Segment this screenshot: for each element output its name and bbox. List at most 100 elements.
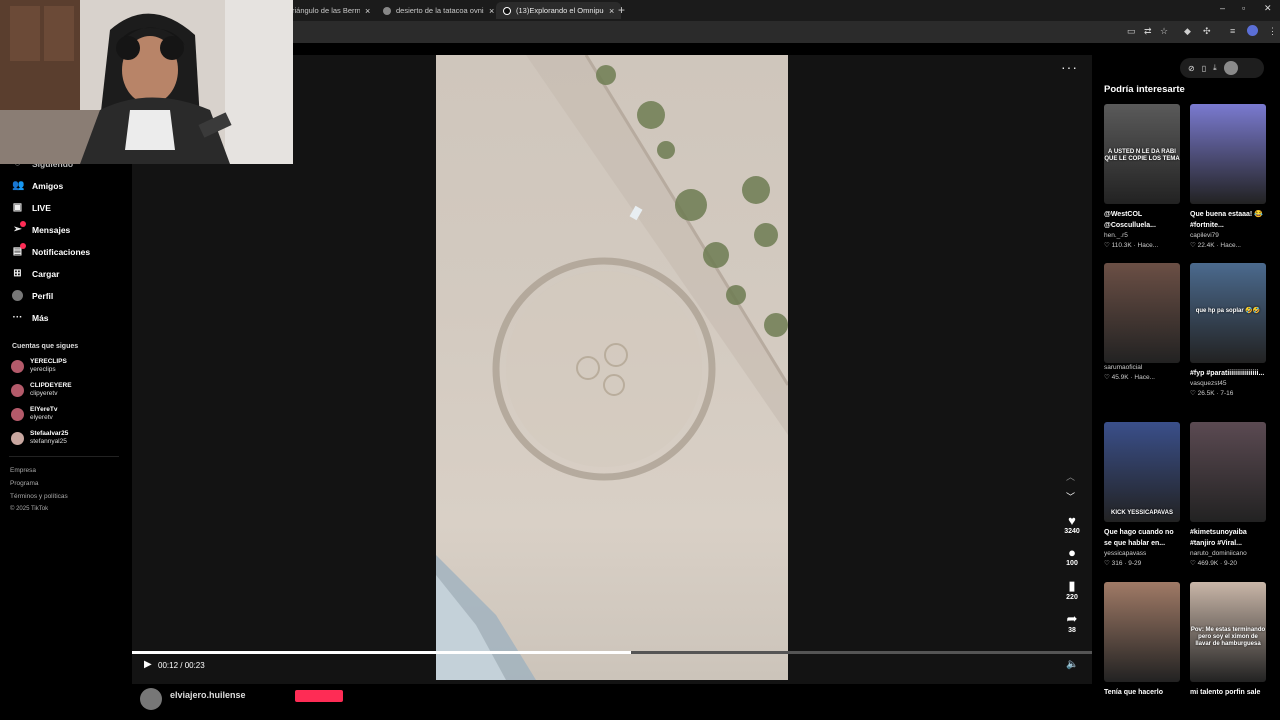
volume-icon[interactable]: 🔈	[1066, 659, 1078, 670]
video-title[interactable]: @WestCOL @Cosculluela...	[1104, 209, 1182, 231]
sidebar-item-cargar[interactable]: ⊞ Cargar	[12, 268, 59, 279]
video-stats: ♡ 45.9K · Hace...	[1104, 374, 1155, 381]
tab-title: (13)Explorando el Omnipuerto	[516, 6, 604, 15]
bottom-strip	[132, 684, 1092, 720]
account-item[interactable]: ElYereTv elyeretv	[11, 406, 57, 422]
browser-menu-icon[interactable]: ⋮	[1268, 26, 1277, 37]
device-icon[interactable]: ▯	[1202, 64, 1206, 73]
share-button[interactable]: ➦ 38	[1062, 611, 1082, 634]
video-thumbnail[interactable]: A USTED N LE DA RABI QUE LE COPIE LOS TE…	[1104, 104, 1180, 204]
video-stats: ♡ 316 · 9-29	[1104, 560, 1142, 567]
heart-icon: ♥	[1068, 513, 1076, 528]
footer-link[interactable]: Programa	[10, 480, 39, 487]
video-title[interactable]: Que buena estaaa! 😂 #fortnite...	[1190, 209, 1268, 231]
comment-button[interactable]: ● 100	[1062, 545, 1082, 567]
video-title[interactable]: #fyp #paratiiiiiiiiiiiiiiii...	[1190, 368, 1268, 379]
sidebar-item-amigos[interactable]: 👥 Amigos	[12, 180, 63, 191]
messages-icon: ➢	[12, 221, 26, 235]
follow-button[interactable]	[295, 690, 343, 702]
tab-tatacoa[interactable]: desierto de la tatacoa ovnis - B ×	[376, 2, 501, 19]
extension-icon[interactable]: ◆	[1184, 26, 1191, 37]
media-icon[interactable]: ≡	[1230, 26, 1235, 36]
sidebar-item-label: Más	[32, 312, 49, 323]
account-handle: elyeretv	[30, 414, 53, 421]
previous-video-icon[interactable]: ︿	[1066, 470, 1075, 483]
video-card[interactable]: #kimetsunoyaiba #tanjiro #Viral... naruto…	[1190, 422, 1266, 569]
video-title[interactable]: #kimetsunoyaiba #tanjiro #Viral...	[1190, 527, 1268, 549]
sidebar-item-live[interactable]: ▣ LIVE	[12, 202, 51, 213]
video-card[interactable]: Tenía que hacerlo	[1104, 582, 1180, 698]
bookmark-star-icon[interactable]: ☆	[1160, 26, 1168, 37]
translate-icon[interactable]: ⇄	[1144, 26, 1152, 37]
streamer-webcam-image	[0, 0, 293, 164]
account-item[interactable]: YERECLIPS yereclips	[11, 358, 67, 374]
copyright: © 2025 TikTok	[10, 506, 49, 512]
footer-link[interactable]: Empresa	[10, 467, 36, 474]
thumbnail-caption: A USTED N LE DA RABI QUE LE COPIE LOS TE…	[1104, 149, 1180, 162]
play-icon[interactable]: ▶	[144, 659, 152, 670]
video-author: vasquezst45	[1190, 380, 1227, 387]
video-title[interactable]: Tenía que hacerlo	[1104, 687, 1182, 698]
video-card[interactable]: Pov: Me estas terminando pero soy el xim…	[1190, 582, 1266, 698]
close-icon[interactable]: ×	[489, 6, 494, 16]
video-stats: ♡ 469.9K · 9-20	[1190, 560, 1238, 567]
video-thumbnail[interactable]	[1190, 104, 1266, 204]
close-icon[interactable]: ×	[609, 6, 614, 16]
browser-profile-icon[interactable]	[1247, 25, 1258, 36]
footer-link[interactable]: Términos y políticas	[10, 493, 68, 500]
minimize-icon[interactable]: –	[1220, 3, 1225, 13]
video-card[interactable]: que hp pa soplar 🤣🤣 #fyp #paratiiiiiiiiii…	[1190, 263, 1266, 399]
sidebar-item-notificaciones[interactable]: ▤ Notificaciones	[12, 243, 90, 257]
like-count: 3240	[1064, 528, 1080, 535]
video-title[interactable]: Que hago cuando no se que hablar en...	[1104, 527, 1182, 549]
window-close-icon[interactable]: ✕	[1264, 3, 1272, 14]
video-thumbnail[interactable]	[1104, 582, 1180, 682]
sidebar-item-label: Cargar	[32, 268, 60, 279]
video-thumbnail[interactable]: KICK YESSICAPAVAS	[1104, 422, 1180, 522]
user-avatar[interactable]	[1223, 61, 1238, 75]
next-video-icon[interactable]: ﹀	[1066, 490, 1075, 503]
video-card[interactable]: A USTED N LE DA RABI QUE LE COPIE LOS TE…	[1104, 104, 1180, 251]
coin-icon[interactable]: ⊘	[1188, 64, 1195, 73]
download-icon[interactable]: ⤓	[1213, 63, 1217, 73]
tab-tiktok[interactable]: (13)Explorando el Omnipuerto ×	[496, 2, 622, 19]
cast-icon[interactable]: ▭	[1127, 26, 1136, 37]
video-card[interactable]: sarumaoficial ♡ 45.9K · Hace...	[1104, 263, 1180, 383]
tiktok-icon	[503, 6, 511, 15]
video-thumbnail[interactable]: que hp pa soplar 🤣🤣	[1190, 263, 1266, 363]
video-frame[interactable]	[436, 55, 788, 680]
video-title[interactable]: mi talento porfin sale	[1190, 687, 1268, 698]
video-stats: ♡ 26.5K · 7-16	[1190, 390, 1234, 397]
more-options-icon[interactable]: ···	[1061, 59, 1078, 75]
new-tab-button[interactable]: +	[618, 3, 625, 17]
video-card[interactable]: KICK YESSICAPAVAS Que hago cuando no se q…	[1104, 422, 1180, 569]
share-icon: ➦	[1066, 611, 1078, 626]
account-item[interactable]: CLIPDEYERE clipyeretv	[11, 382, 72, 398]
save-button[interactable]: ▮ 220	[1062, 578, 1082, 601]
sidebar-item-label: LIVE	[32, 202, 51, 213]
author-name[interactable]: elviajero.huilense	[170, 690, 246, 700]
video-thumbnail[interactable]	[1190, 422, 1266, 522]
section-heading: Podría interesarte	[1104, 84, 1185, 95]
sidebar-item-perfil[interactable]: Perfil	[12, 290, 53, 301]
video-author: yessicapavass	[1104, 550, 1147, 557]
video-stats: ♡ 22.4K · Hace...	[1190, 242, 1241, 249]
sidebar-item-mas[interactable]: ··· Más	[12, 312, 49, 323]
progress-fill	[132, 651, 632, 654]
sidebar-item-mensajes[interactable]: ➢ Mensajes	[12, 221, 71, 235]
video-card[interactable]: Que buena estaaa! 😂 #fortnite... capilevi…	[1190, 104, 1266, 251]
account-item[interactable]: Stefaalvar25 stefannyal25	[11, 430, 68, 446]
video-progress-bar[interactable]	[132, 651, 1092, 654]
sidebar-item-label: Mensajes	[32, 224, 71, 235]
bookmark-icon: ▮	[1068, 578, 1076, 593]
tab-bermudas[interactable]: riángulo de las Bermud ×	[285, 2, 377, 19]
save-count: 220	[1066, 594, 1078, 601]
author-avatar[interactable]	[140, 688, 162, 710]
video-thumbnail[interactable]: Pov: Me estas terminando pero soy el xim…	[1190, 582, 1266, 682]
puzzle-icon[interactable]: ✣	[1203, 26, 1211, 37]
like-button[interactable]: ♥ 3240	[1062, 513, 1082, 535]
maximize-icon[interactable]: ▫	[1242, 3, 1245, 13]
close-icon[interactable]: ×	[365, 6, 370, 16]
notification-dot	[20, 243, 26, 249]
video-thumbnail[interactable]	[1104, 263, 1180, 363]
